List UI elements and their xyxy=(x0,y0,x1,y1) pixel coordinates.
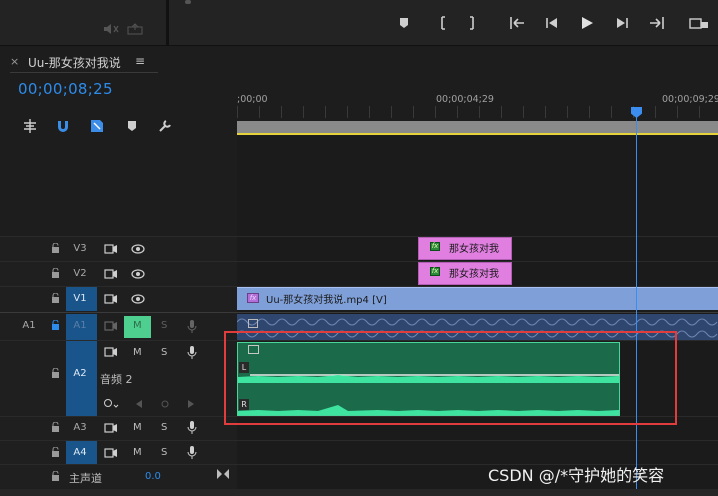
export-frame-camera-icon[interactable] xyxy=(688,12,710,34)
solo-button-a4[interactable]: S xyxy=(161,447,167,458)
microphone-icon[interactable] xyxy=(187,421,197,434)
fx-badge: fx xyxy=(247,293,259,303)
toggle-sync-lock-icon[interactable] xyxy=(104,447,118,459)
go-to-in-icon[interactable] xyxy=(507,12,529,34)
playhead-timecode[interactable]: 00;00;08;25 xyxy=(18,80,113,98)
prev-keyframe-icon[interactable] xyxy=(134,399,144,409)
solo-button-a1[interactable]: S xyxy=(161,320,167,331)
linked-selection-icon[interactable] xyxy=(89,118,105,134)
playhead-line[interactable] xyxy=(636,116,637,496)
toggle-sync-lock-icon[interactable] xyxy=(104,320,118,332)
lock-icon-active[interactable] xyxy=(51,320,60,330)
watermark-text: CSDN @/*守护她的笑容 xyxy=(488,466,665,485)
go-to-out-icon[interactable] xyxy=(645,12,667,34)
mark-in-icon[interactable] xyxy=(430,12,452,34)
lock-icon[interactable] xyxy=(51,293,60,303)
clip-label: Uu-那女孩对我说.mp4 [V] xyxy=(266,295,387,306)
track-name-a2[interactable]: A2 xyxy=(68,368,92,379)
lock-icon[interactable] xyxy=(51,368,60,378)
lock-icon[interactable] xyxy=(51,447,60,457)
lock-icon[interactable] xyxy=(51,471,60,481)
clip-v2-title[interactable]: fx 那女孩对我 xyxy=(418,262,512,285)
clip-v3-title[interactable]: fx 那女孩对我 xyxy=(418,237,512,260)
panel-divider xyxy=(166,0,169,46)
audio-output-icon[interactable] xyxy=(100,18,122,40)
master-track-label: 主声道 xyxy=(69,472,102,485)
toggle-sync-lock-icon[interactable] xyxy=(104,346,118,358)
track-headers xyxy=(0,236,237,496)
mute-button-a4[interactable]: M xyxy=(133,447,142,458)
row-separator xyxy=(0,236,718,237)
track-name-v3[interactable]: V3 xyxy=(68,243,92,254)
keyframe-dropdown-icon[interactable] xyxy=(103,398,119,410)
fx-badge: fx xyxy=(430,267,440,276)
add-keyframe-icon[interactable] xyxy=(160,399,170,409)
mute-button-a2[interactable]: M xyxy=(133,347,142,358)
highlight-annotation-box xyxy=(224,331,677,425)
step-back-icon[interactable] xyxy=(541,12,563,34)
eye-visibility-icon[interactable] xyxy=(131,268,145,280)
track-name-a3[interactable]: A3 xyxy=(68,422,92,433)
tab-underline xyxy=(10,72,158,73)
row-separator xyxy=(0,312,718,313)
track-name-a1[interactable]: A1 xyxy=(68,320,92,331)
fx-badge-a1 xyxy=(248,319,258,328)
play-icon[interactable] xyxy=(576,12,598,34)
panel-menu-icon[interactable]: ≡ xyxy=(135,54,145,68)
lock-icon[interactable] xyxy=(51,422,60,432)
ruler-label-mid: 00;00;04;29 xyxy=(436,94,494,105)
go-to-end-icon[interactable] xyxy=(216,468,230,480)
master-volume-value[interactable]: 0.0 xyxy=(145,471,161,482)
ruler-ticks xyxy=(237,106,718,118)
mute-label: M xyxy=(133,320,142,331)
next-keyframe-icon[interactable] xyxy=(186,399,196,409)
solo-button-a3[interactable]: S xyxy=(161,422,167,433)
step-forward-icon[interactable] xyxy=(611,12,633,34)
close-sequence-icon[interactable]: × xyxy=(10,55,19,68)
render-bar xyxy=(237,133,718,135)
toggle-sync-lock-icon[interactable] xyxy=(104,293,118,305)
track-name-a4[interactable]: A4 xyxy=(68,447,92,458)
wrench-settings-icon[interactable] xyxy=(157,118,173,134)
sequence-tab-title[interactable]: Uu-那女孩对我说 xyxy=(28,54,121,71)
toggle-sync-lock-icon[interactable] xyxy=(104,268,118,280)
eye-visibility-icon[interactable] xyxy=(131,243,145,255)
row-separator xyxy=(0,440,718,441)
export-frame-icon[interactable] xyxy=(124,18,146,40)
mark-out-icon[interactable] xyxy=(463,12,485,34)
source-track-a1[interactable]: A1 xyxy=(18,320,40,331)
toggle-sync-lock-icon[interactable] xyxy=(104,422,118,434)
work-area-bar[interactable] xyxy=(237,121,718,133)
toggle-sync-lock-icon[interactable] xyxy=(104,243,118,255)
clip-label: 那女孩对我 xyxy=(449,269,499,280)
add-marker-tool-icon[interactable] xyxy=(124,118,140,134)
row-separator xyxy=(0,261,718,262)
microphone-icon[interactable] xyxy=(187,346,197,359)
track-name-v1[interactable]: V1 xyxy=(68,293,92,304)
clip-v1-video[interactable]: fx Uu-那女孩对我说.mp4 [V] xyxy=(237,287,718,310)
snap-magnet-icon[interactable] xyxy=(55,118,71,134)
lock-icon[interactable] xyxy=(51,243,60,253)
ruler-label-end: 00;00;09;29 xyxy=(662,94,718,105)
track-name-v2[interactable]: V2 xyxy=(68,268,92,279)
mute-button-a3[interactable]: M xyxy=(133,422,142,433)
track-label-a2[interactable]: 音频 2 xyxy=(100,371,133,387)
clip-label: 那女孩对我 xyxy=(449,244,499,255)
solo-button-a2[interactable]: S xyxy=(161,347,167,358)
lock-icon[interactable] xyxy=(51,268,60,278)
add-marker-icon[interactable] xyxy=(393,12,415,34)
eye-visibility-icon[interactable] xyxy=(131,293,145,305)
ruler-label-start: ;00;00 xyxy=(237,94,268,105)
fx-badge: fx xyxy=(430,242,440,251)
microphone-icon[interactable] xyxy=(187,320,197,333)
microphone-icon[interactable] xyxy=(187,446,197,459)
insert-sequence-as-nest-icon[interactable] xyxy=(22,118,38,134)
horizontal-scrollbar[interactable] xyxy=(0,489,718,496)
scrubber-handle[interactable] xyxy=(185,0,191,4)
